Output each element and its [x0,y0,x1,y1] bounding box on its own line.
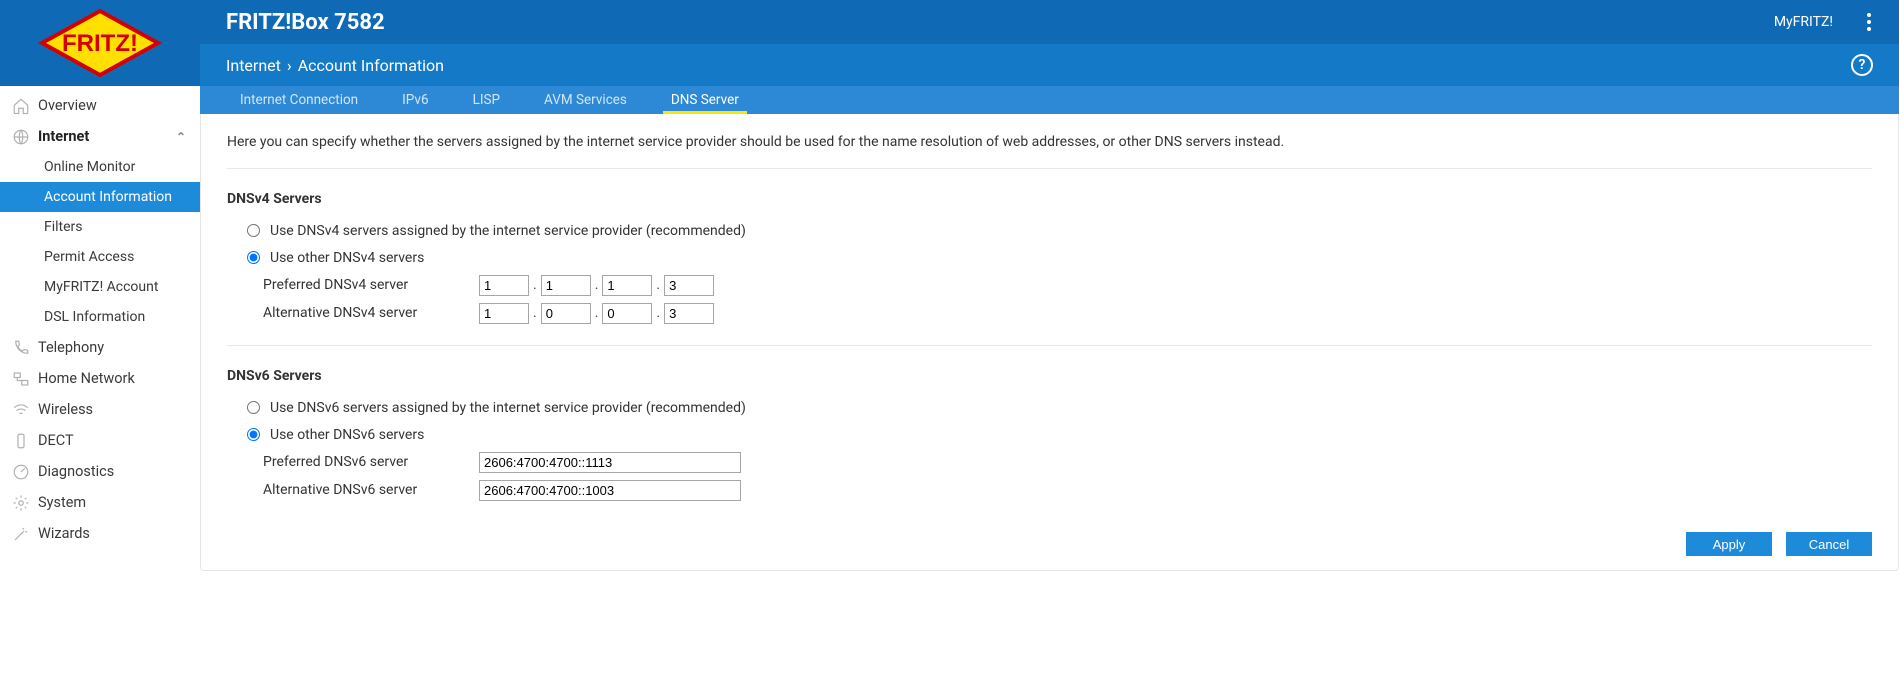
sidebar-item-overview[interactable]: Overview [0,90,200,121]
dot-sep: . [533,277,537,293]
tab-internet-connection[interactable]: Internet Connection [218,86,380,114]
dnsv4-preferred-octet-2[interactable] [541,275,591,296]
page-description: Here you can specify whether the servers… [227,134,1872,169]
main-panel: Here you can specify whether the servers… [200,114,1899,571]
dnsv6-isp-label: Use DNSv6 servers assigned by the intern… [270,400,746,416]
dnsv6-preferred-input[interactable] [479,452,741,473]
wifi-icon [12,401,30,419]
top-banner: FRITZ!Box 7582 MyFRITZ! [200,0,1899,44]
dnsv4-preferred-label: Preferred DNSv4 server [263,277,479,293]
sidebar-item-system[interactable]: System [0,487,200,518]
tab-ipv6[interactable]: IPv6 [380,86,450,114]
sidebar-item-label: Internet [38,128,89,145]
dot-sep: . [656,305,660,321]
phone-icon [12,339,30,357]
dnsv4-alt-octet-2[interactable] [541,303,591,324]
menu-icon[interactable] [1863,13,1875,31]
sidebar-subitem-filters[interactable]: Filters [0,212,200,242]
breadcrumb-separator: › [287,56,292,75]
dnsv6-alt-input[interactable] [479,480,741,501]
tab-lisp[interactable]: LISP [451,86,522,114]
tabs-bar: Internet ConnectionIPv6LISPAVM ServicesD… [200,86,1899,114]
sidebar-item-diagnostics[interactable]: Diagnostics [0,456,200,487]
sidebar-item-label: Telephony [38,339,104,356]
sidebar-item-label: Diagnostics [38,463,114,480]
dot-sep: . [595,277,599,293]
apply-button[interactable]: Apply [1686,532,1772,556]
sidebar-item-home-network[interactable]: Home Network [0,363,200,394]
wand-icon [12,525,30,543]
dnsv4-alt-octet-3[interactable] [602,303,652,324]
sidebar-subitem-account-information[interactable]: Account Information [0,182,200,212]
product-title: FRITZ!Box 7582 [200,10,385,35]
diag-icon [12,463,30,481]
dect-icon [12,432,30,450]
dnsv6-isp-option[interactable]: Use DNSv6 servers assigned by the intern… [247,394,1872,421]
dot-sep: . [656,277,660,293]
sidebar-item-label: Home Network [38,370,135,387]
dnsv4-alt-octet-1[interactable] [479,303,529,324]
sidebar-subitem-permit-access[interactable]: Permit Access [0,242,200,272]
sidebar-subitem-dsl-information[interactable]: DSL Information [0,302,200,332]
sidebar-item-dect[interactable]: DECT [0,425,200,456]
globe-icon [12,128,30,146]
tab-avm-services[interactable]: AVM Services [522,86,649,114]
sidebar-item-label: Wizards [38,525,90,542]
section-divider [227,345,1872,346]
dnsv6-isp-radio[interactable] [247,401,260,414]
breadcrumb-bar: Internet › Account Information ? [200,44,1899,86]
breadcrumb-current: Account Information [298,56,444,75]
sidebar-nav: Overview Internet ⌃ Online MonitorAccount I… [0,86,200,549]
sidebar-item-label: Wireless [38,401,93,418]
dnsv6-heading: DNSv6 Servers [227,368,1872,384]
sidebar-subitem-myfritz-account[interactable]: MyFRITZ! Account [0,272,200,302]
svg-text:FRITZ!: FRITZ! [62,30,138,57]
dot-sep: . [533,305,537,321]
sidebar-item-internet[interactable]: Internet ⌃ [0,121,200,152]
breadcrumb-parent[interactable]: Internet [226,56,281,75]
dot-sep: . [595,305,599,321]
dnsv6-other-radio[interactable] [247,428,260,441]
dnsv4-other-radio[interactable] [247,251,260,264]
dnsv4-isp-option[interactable]: Use DNSv4 servers assigned by the intern… [247,217,1872,244]
sidebar-item-label: System [38,494,86,511]
dnsv4-other-label: Use other DNSv4 servers [270,250,424,266]
home-icon [12,97,30,115]
gear-icon [12,494,30,512]
sidebar-subitem-online-monitor[interactable]: Online Monitor [0,152,200,182]
sidebar-item-wireless[interactable]: Wireless [0,394,200,425]
dnsv4-preferred-octet-1[interactable] [479,275,529,296]
cancel-button[interactable]: Cancel [1786,532,1872,556]
dnsv4-preferred-octet-4[interactable] [664,275,714,296]
dnsv4-heading: DNSv4 Servers [227,191,1872,207]
dnsv6-other-option[interactable]: Use other DNSv6 servers [247,421,1872,448]
dnsv4-other-option[interactable]: Use other DNSv4 servers [247,244,1872,271]
dnsv4-alt-label: Alternative DNSv4 server [263,305,479,321]
dnsv4-isp-radio[interactable] [247,224,260,237]
chevron-up-icon: ⌃ [176,130,186,144]
sidebar-item-wizards[interactable]: Wizards [0,518,200,549]
dnsv4-preferred-octet-3[interactable] [602,275,652,296]
myfritz-link[interactable]: MyFRITZ! [1774,14,1833,30]
sidebar-item-telephony[interactable]: Telephony [0,332,200,363]
dnsv4-alt-octet-4[interactable] [664,303,714,324]
tab-dns-server[interactable]: DNS Server [649,86,761,114]
dnsv6-alt-label: Alternative DNSv6 server [263,482,479,498]
sidebar-item-label: DECT [38,432,74,449]
dnsv4-isp-label: Use DNSv4 servers assigned by the intern… [270,223,746,239]
fritz-logo: FRITZ! [0,0,200,86]
dnsv6-other-label: Use other DNSv6 servers [270,427,424,443]
network-icon [12,370,30,388]
help-icon[interactable]: ? [1851,54,1873,76]
sidebar-item-label: Overview [38,97,97,114]
dnsv6-preferred-label: Preferred DNSv6 server [263,454,479,470]
